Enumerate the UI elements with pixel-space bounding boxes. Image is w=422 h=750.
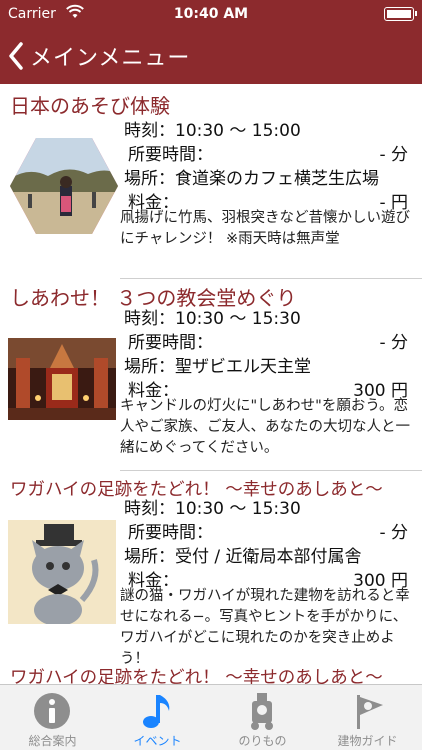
duration-row: 所要時間： - 分 — [128, 328, 408, 353]
event-title: ワガハイの足跡をたどれ！ ～幸せのあしあと～ — [10, 668, 383, 684]
time-label: 時刻： — [124, 499, 175, 519]
place-value: 食道楽のカフェ横芝生広場 — [175, 169, 379, 189]
place-label: 場所： — [124, 169, 175, 189]
place-value: 聖ザビエル天主堂 — [175, 357, 311, 377]
tab-bar: 総合案内 イベント のりもの 建物ガイド — [0, 684, 422, 750]
place-row: 場所：聖ザビエル天主堂 — [124, 352, 311, 377]
tab-label: 建物ガイド — [337, 734, 398, 748]
event-description: 凧揚げに竹馬、羽根突きなど昔懐かしい遊びにチャレンジ！ ※雨天時は無声堂 — [120, 210, 410, 247]
duration-value: - 分 — [379, 523, 408, 543]
duration-label: 所要時間： — [128, 523, 213, 543]
time-row: 時刻：10:30 ～ 15:30 — [124, 494, 301, 519]
music-note-icon — [143, 695, 170, 728]
event-list[interactable]: 日本のあそび体験 時刻：10:30 ～ 15:00 所要時間： - 分 場所：食… — [0, 84, 422, 684]
duration-label: 所要時間： — [128, 145, 213, 165]
time-label: 時刻： — [124, 121, 175, 141]
chevron-left-icon — [9, 42, 23, 70]
time-row: 時刻：10:30 ～ 15:00 — [124, 116, 301, 141]
duration-row: 所要時間： - 分 — [128, 518, 408, 543]
time-value: 10:30 ～ 15:30 — [175, 499, 301, 519]
tab-info[interactable]: 総合案内 — [0, 685, 105, 750]
place-row: 場所：食道楽のカフェ横芝生広場 — [124, 164, 379, 189]
place-value: 受付 / 近衛局本部付属舎 — [175, 547, 362, 567]
place-label: 場所： — [124, 357, 175, 377]
back-button-label: メインメニュー — [30, 46, 191, 71]
clock: 10:40 AM — [173, 6, 249, 22]
event-description: キャンドルの灯火に"しあわせ"を願おう。恋人やご家族、ご友人、あなたの大切な人と… — [120, 398, 410, 456]
tab-buildings[interactable]: 建物ガイド — [315, 685, 420, 750]
event-item[interactable]: しあわせ！ ３つの教会堂めぐり 時刻：10:30 ～ 15:30 所要時間： -… — [0, 280, 422, 470]
status-bar: Carrier 10:40 AM — [0, 0, 422, 28]
tab-rides[interactable]: のりもの — [210, 685, 315, 750]
divider — [120, 278, 422, 279]
event-item[interactable]: ワガハイの足跡をたどれ！ ～幸せのあしあと～ 時刻：10:30 ～ 15:30 … — [0, 474, 422, 667]
event-thumbnail — [8, 520, 116, 628]
event-description: 謎の猫・ワガハイが現れた建物を訪れると幸せになれる−。写真やヒントを手がかりに、… — [120, 588, 410, 667]
duration-value: - 分 — [379, 333, 408, 353]
tab-label: のりもの — [238, 734, 287, 748]
duration-row: 所要時間： - 分 — [128, 140, 408, 165]
duration-value: - 分 — [379, 145, 408, 165]
locomotive-icon — [251, 693, 273, 730]
time-label: 時刻： — [124, 309, 175, 329]
place-row: 場所：受付 / 近衛局本部付属舎 — [124, 542, 362, 567]
time-value: 10:30 ～ 15:00 — [175, 121, 301, 141]
event-thumbnail — [8, 338, 116, 424]
tab-events[interactable]: イベント — [105, 685, 210, 750]
event-thumbnail — [8, 136, 120, 240]
duration-label: 所要時間： — [128, 333, 213, 353]
tab-label: イベント — [133, 734, 182, 748]
time-row: 時刻：10:30 ～ 15:30 — [124, 304, 301, 329]
pennant-icon — [357, 695, 383, 729]
navigation-bar: メインメニュー — [0, 28, 422, 84]
back-button[interactable]: メインメニュー — [8, 40, 190, 72]
place-label: 場所： — [124, 547, 175, 567]
divider — [120, 470, 422, 471]
info-icon — [34, 693, 70, 729]
time-value: 10:30 ～ 15:30 — [175, 309, 301, 329]
event-item[interactable]: ワガハイの足跡をたどれ！ ～幸せのあしあと～ — [0, 664, 422, 684]
event-title: 日本のあそび体験 — [10, 94, 170, 118]
tab-label: 総合案内 — [28, 734, 77, 748]
event-item[interactable]: 日本のあそび体験 時刻：10:30 ～ 15:00 所要時間： - 分 場所：食… — [0, 84, 422, 278]
battery-icon — [384, 7, 417, 21]
